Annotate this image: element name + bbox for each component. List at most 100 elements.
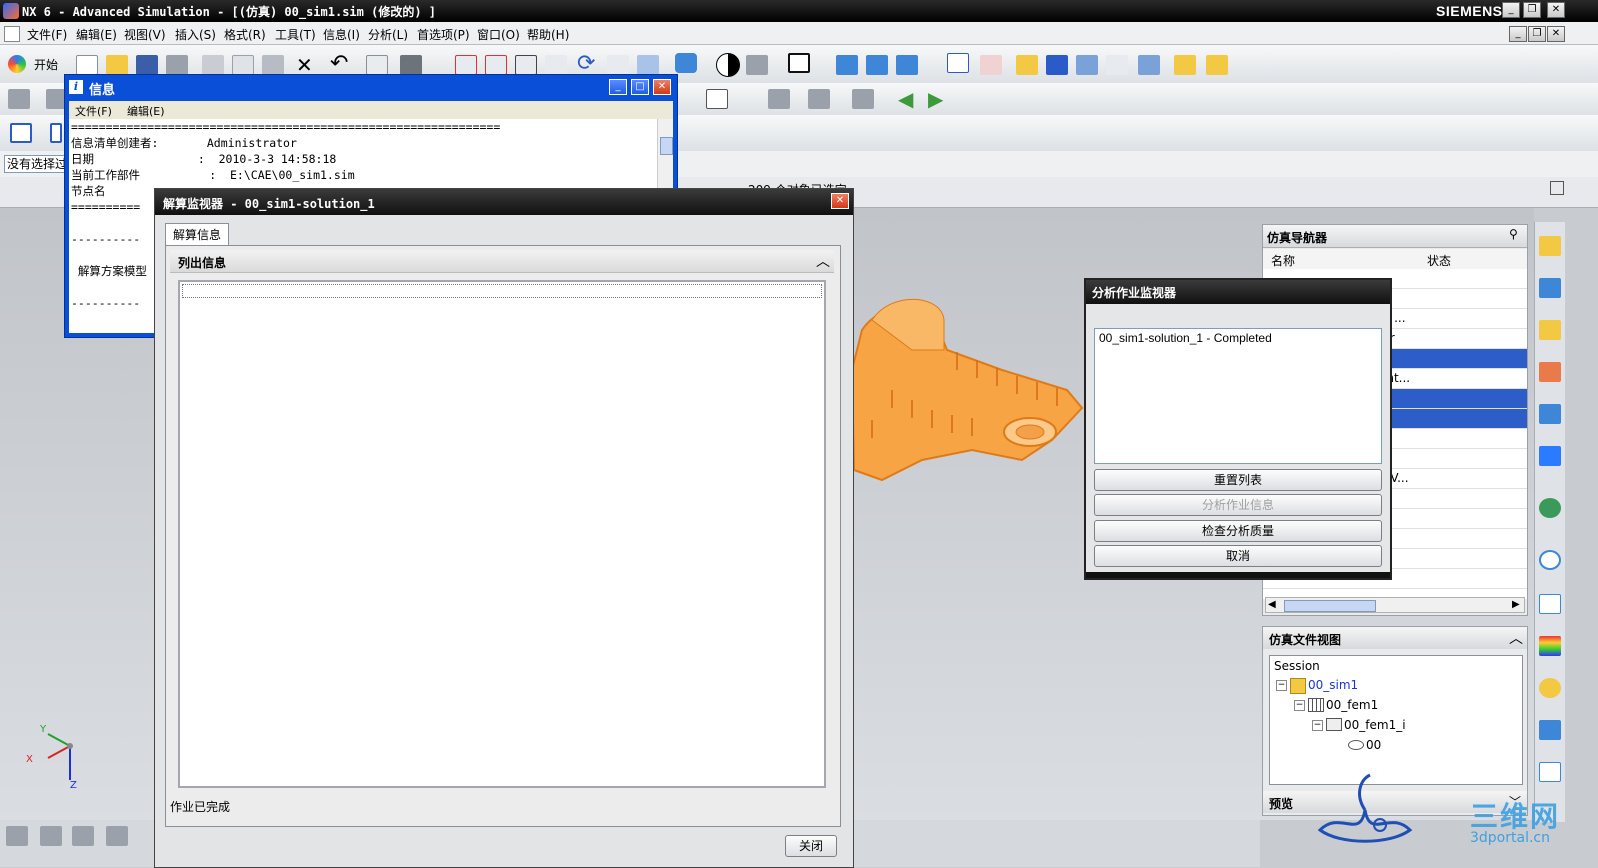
job-info-button[interactable]: 分析作业信息 [1094,494,1382,516]
reset-list-button[interactable]: 重置列表 [1094,469,1382,491]
expand-icon[interactable]: − [1276,680,1287,691]
close-button-dialog[interactable]: 关闭 [785,835,837,857]
forward-arrow-icon[interactable]: ▶ [928,87,943,111]
menu-view[interactable]: 视图(V) [124,26,166,43]
cube-view-icon[interactable] [675,53,697,73]
probe-icon[interactable] [808,89,830,109]
minimize-button[interactable]: _ [1502,2,1520,18]
menu-insert[interactable]: 插入(S) [175,26,216,43]
scroll-right-icon[interactable]: ▶ [1512,599,1520,610]
resource-icon-13[interactable] [1539,762,1561,782]
expand-icon[interactable]: − [1294,700,1305,711]
tree-sim[interactable]: 00_sim1 [1308,678,1358,692]
marker-icon[interactable] [852,89,874,109]
copy-icon[interactable] [232,55,254,75]
info-close-button[interactable]: ✕ [653,79,671,95]
measure-icon[interactable] [1138,55,1160,75]
maximize-button[interactable]: ❐ [1523,2,1541,18]
magnify-icon[interactable] [545,55,567,75]
bottom-tool-3[interactable] [72,826,94,846]
pin-icon[interactable]: ⚲ [1509,227,1518,241]
tree-fem-i[interactable]: 00_fem1_i [1344,718,1406,732]
resource-icon-7[interactable] [1539,498,1561,518]
solve-monitor-close-button[interactable]: ✕ [831,193,849,209]
doc-minimize-button[interactable]: _ [1509,26,1527,42]
resource-icon-5[interactable] [1539,404,1561,424]
doc-restore-button[interactable]: ❐ [1528,26,1546,42]
shading-icon[interactable] [716,53,740,77]
job-list-item[interactable]: 00_sim1-solution_1 - Completed [1099,331,1272,345]
menu-analysis[interactable]: 分析(L) [368,26,408,43]
paste-icon[interactable] [262,55,284,75]
resource-icon-9[interactable] [1539,594,1561,614]
check-quality-button[interactable]: 检查分析质量 [1094,520,1382,542]
info-scroll-thumb[interactable] [660,137,673,155]
info-minimize-button[interactable]: _ [609,79,627,95]
fem-icon-1[interactable] [8,89,30,109]
menu-help[interactable]: 帮助(H) [527,26,569,43]
info-menu-edit[interactable]: 编辑(E) [127,103,165,119]
roles-icon[interactable] [1539,678,1561,698]
analysis-icon-3[interactable] [1076,55,1098,75]
cut-icon[interactable] [202,55,224,75]
menu-format[interactable]: 格式(R) [224,26,266,43]
job-list[interactable]: 00_sim1-solution_1 - Completed [1094,328,1382,464]
selection-filter[interactable]: 没有选择过 [4,155,70,173]
angle-icon[interactable] [1206,55,1228,75]
scroll-thumb[interactable] [1284,600,1376,612]
tree-part[interactable]: 00 [1366,738,1381,752]
start-button[interactable]: 开始 [6,53,66,75]
undo-icon[interactable]: ↶ [330,51,348,76]
report-icon[interactable] [706,89,728,109]
section-header[interactable]: 列出信息 ︿ [170,250,834,273]
mesh-icon[interactable] [768,89,790,109]
resource-icon-12[interactable] [1539,720,1561,740]
select-icon[interactable] [1106,55,1128,75]
analysis-icon-1[interactable] [1016,55,1038,75]
snap-icon-2[interactable] [866,55,888,75]
menu-tools[interactable]: 工具(T) [275,26,316,43]
fit-view-icon[interactable] [455,55,477,75]
resource-icon-6[interactable] [1539,446,1561,466]
new-file-icon[interactable] [76,55,98,75]
menu-window[interactable]: 窗口(O) [477,26,520,43]
information-icon[interactable] [366,55,388,75]
print-icon[interactable] [166,55,188,75]
analysis-icon-2[interactable] [1046,55,1068,75]
menu-preferences[interactable]: 首选项(P) [417,26,470,43]
menu-info[interactable]: 信息(I) [323,26,360,43]
close-button[interactable]: ✕ [1547,2,1565,18]
menu-file[interactable]: 文件(F) [27,26,67,43]
resource-icon-4[interactable] [1539,362,1561,382]
expand-icon[interactable]: − [1312,720,1323,731]
cancel-button[interactable]: 取消 [1094,545,1382,567]
snap-icon-1[interactable] [836,55,858,75]
ruler-icon[interactable] [1174,55,1196,75]
pan-icon[interactable] [607,55,629,75]
rotate-icon[interactable]: ⟳ [577,51,595,76]
perspective-icon[interactable] [637,55,659,75]
tab-solve-info[interactable]: 解算信息 [165,223,229,246]
save-icon[interactable] [136,55,158,75]
resource-icon-3[interactable] [1539,320,1561,340]
zoom-region-icon[interactable] [485,55,507,75]
collapse-icon[interactable]: ︿ [816,251,830,271]
fem-model[interactable] [852,290,1092,490]
layer-icon[interactable] [50,123,62,143]
scroll-left-icon[interactable]: ◀ [1268,599,1276,610]
nav-h-scrollbar[interactable]: ◀ ▶ [1265,597,1525,613]
wcs-icon[interactable] [947,53,969,73]
history-clock-icon[interactable] [1539,550,1561,570]
column-name[interactable]: 名称 [1271,252,1295,269]
background-icon[interactable] [746,55,768,75]
column-status[interactable]: 状态 [1427,252,1451,269]
info-menu-file[interactable]: 文件(F) [75,103,112,119]
doc-close-button[interactable]: ✕ [1547,26,1565,42]
resource-icon-1[interactable] [1539,236,1561,256]
menu-edit[interactable]: 编辑(E) [76,26,117,43]
bottom-tool-2[interactable] [40,826,62,846]
zoom-icon[interactable] [515,55,537,75]
resource-icon-2[interactable] [1539,278,1561,298]
csys-icon[interactable] [980,55,1002,75]
resource-icon-10[interactable] [1539,636,1561,656]
